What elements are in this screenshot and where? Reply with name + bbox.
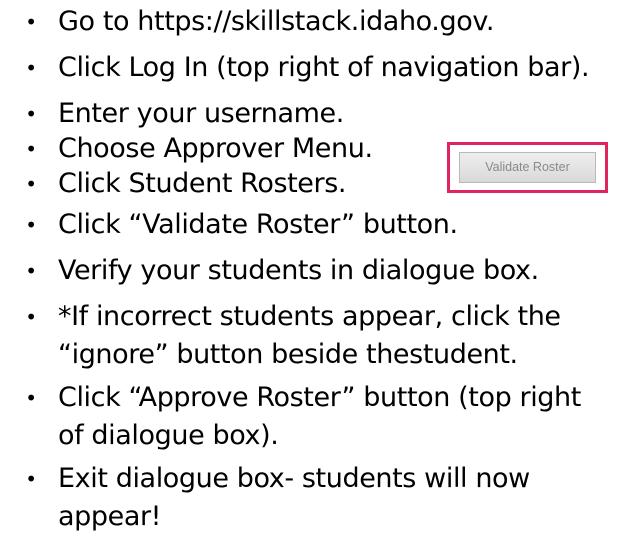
bullet-icon: • [25,386,37,410]
step-text-continued: “ignore” button beside thestudent. [58,339,518,370]
step-text: Choose Approver Menu. [58,133,373,164]
bullet-icon: • [25,10,37,34]
step-text: Click Log In (top right of navigation ba… [58,52,590,83]
step-text-continued: appear! [58,501,162,532]
bullet-icon: • [25,305,37,329]
validate-roster-button[interactable]: Validate Roster [459,152,596,183]
step-text: Click “Approve Roster” button (top right [58,382,581,413]
bullet-icon: • [25,213,37,237]
bullet-icon: • [25,259,37,283]
bullet-icon: • [25,56,37,80]
step-text: Click Student Rosters. [58,168,347,199]
step-text: Go to https://skillstack.idaho.gov. [58,6,495,37]
step-text: Exit dialogue box- students will now [58,463,530,494]
step-text: Enter your username. [58,98,344,129]
bullet-icon: • [25,172,37,196]
step-text: Click “Validate Roster” button. [58,209,458,240]
bullet-icon: • [25,467,37,491]
bullet-icon: • [25,137,37,161]
step-text: *If incorrect students appear, click the [58,301,561,332]
bullet-icon: • [25,102,37,126]
validate-roster-callout: Validate Roster [447,142,608,193]
step-text-continued: of dialogue box). [58,420,279,451]
step-text: Verify your students in dialogue box. [58,255,539,286]
